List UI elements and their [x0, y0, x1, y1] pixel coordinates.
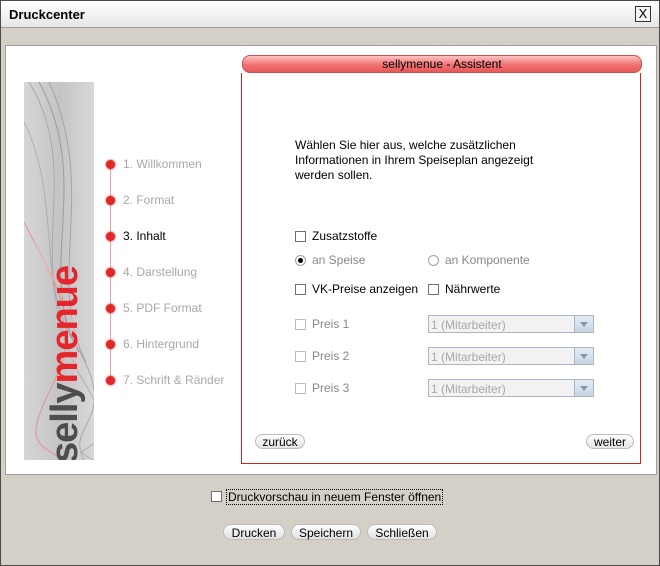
preis-3-select[interactable]: 1 (Mitarbeiter)	[428, 379, 594, 397]
radio-button[interactable]	[295, 255, 306, 266]
save-button[interactable]: Speichern	[291, 524, 361, 540]
checkbox-box[interactable]	[295, 383, 306, 394]
chevron-down-icon[interactable]	[574, 316, 593, 332]
assistant-header: sellymenue - Assistent	[242, 55, 642, 73]
checkbox-box[interactable]	[295, 284, 306, 295]
close-icon[interactable]: X	[635, 6, 651, 22]
back-button[interactable]: zurück	[255, 434, 305, 449]
print-center-window: Druckcenter X sellymenue 1. Willkommen 2…	[0, 0, 660, 566]
step-dot-icon	[106, 340, 115, 349]
checkbox-box[interactable]	[428, 284, 439, 295]
checkbox-box[interactable]	[211, 491, 222, 502]
step-dot-icon	[106, 196, 115, 205]
step-dot-icon	[106, 268, 115, 277]
step-dot-icon	[106, 160, 115, 169]
brand-logo: sellymenue	[44, 265, 86, 460]
checkbox-box[interactable]	[295, 319, 306, 330]
checkbox-box[interactable]	[295, 351, 306, 362]
step-dot-icon	[106, 304, 115, 313]
title-bar: Druckcenter X	[1, 1, 659, 28]
intro-text: Wählen Sie hier aus, welche zusätzlichen…	[295, 138, 534, 182]
step-dot-icon	[106, 232, 115, 241]
chevron-down-icon[interactable]	[574, 380, 593, 396]
print-button[interactable]: Drucken	[223, 524, 285, 540]
radio-button[interactable]	[428, 255, 439, 266]
preis-1-select[interactable]: 1 (Mitarbeiter)	[428, 315, 594, 333]
close-button[interactable]: Schließen	[367, 524, 437, 540]
window-title: Druckcenter	[9, 7, 85, 22]
next-button[interactable]: weiter	[586, 434, 634, 449]
top-band	[1, 28, 659, 44]
wizard-panel: sellymenue 1. Willkommen 2. Format 3. In…	[5, 45, 657, 475]
chevron-down-icon[interactable]	[574, 348, 593, 364]
checkbox-box[interactable]	[295, 231, 306, 242]
wizard-content: Wählen Sie hier aus, welche zusätzlichen…	[241, 73, 641, 464]
brand-banner: sellymenue	[24, 82, 94, 460]
preis-2-select[interactable]: 1 (Mitarbeiter)	[428, 347, 594, 365]
step-dot-icon	[106, 376, 115, 385]
